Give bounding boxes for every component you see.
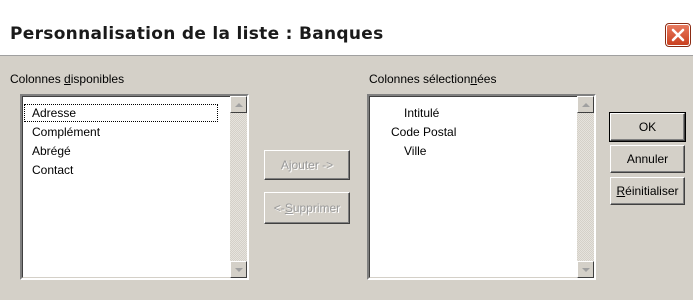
list-item[interactable]: Code Postal xyxy=(391,123,456,141)
list-item[interactable]: Complément xyxy=(32,123,100,141)
list-item[interactable]: Contact xyxy=(32,161,73,179)
scrollbar[interactable] xyxy=(230,96,247,278)
scroll-up-arrow-icon xyxy=(234,102,243,107)
list-item[interactable]: Intitulé xyxy=(404,104,439,122)
ok-button[interactable]: OK xyxy=(609,112,686,142)
scroll-down-arrow-icon xyxy=(581,267,590,272)
scroll-up-arrow-icon xyxy=(581,102,590,107)
reset-button[interactable]: Réinitialiser xyxy=(610,177,685,205)
scroll-up-button[interactable] xyxy=(577,96,594,113)
dialog-title: Personnalisation de la liste : Banques xyxy=(10,24,384,44)
close-button[interactable] xyxy=(665,23,691,47)
scroll-down-button[interactable] xyxy=(230,261,247,278)
list-item[interactable]: Adresse xyxy=(24,104,218,122)
title-bar: Personnalisation de la liste : Banques xyxy=(0,0,693,56)
selected-columns-list[interactable]: Intitulé Code Postal Ville xyxy=(367,94,596,280)
cancel-button[interactable]: Annuler xyxy=(610,145,685,173)
close-icon xyxy=(671,28,685,42)
list-item[interactable]: Ville xyxy=(404,142,426,160)
remove-button[interactable]: <- Supprimer xyxy=(264,192,350,224)
list-item[interactable]: Abrégé xyxy=(32,142,71,160)
scroll-up-button[interactable] xyxy=(230,96,247,113)
scroll-down-button[interactable] xyxy=(577,261,594,278)
add-button[interactable]: Ajouter -> xyxy=(264,150,350,180)
available-columns-list[interactable]: Adresse Complément Abrégé Contact xyxy=(20,94,249,280)
scrollbar[interactable] xyxy=(577,96,594,278)
scroll-down-arrow-icon xyxy=(234,267,243,272)
available-columns-label: Colonnes disponibles xyxy=(10,72,125,86)
selected-columns-label: Colonnes sélectionnées xyxy=(369,72,497,86)
